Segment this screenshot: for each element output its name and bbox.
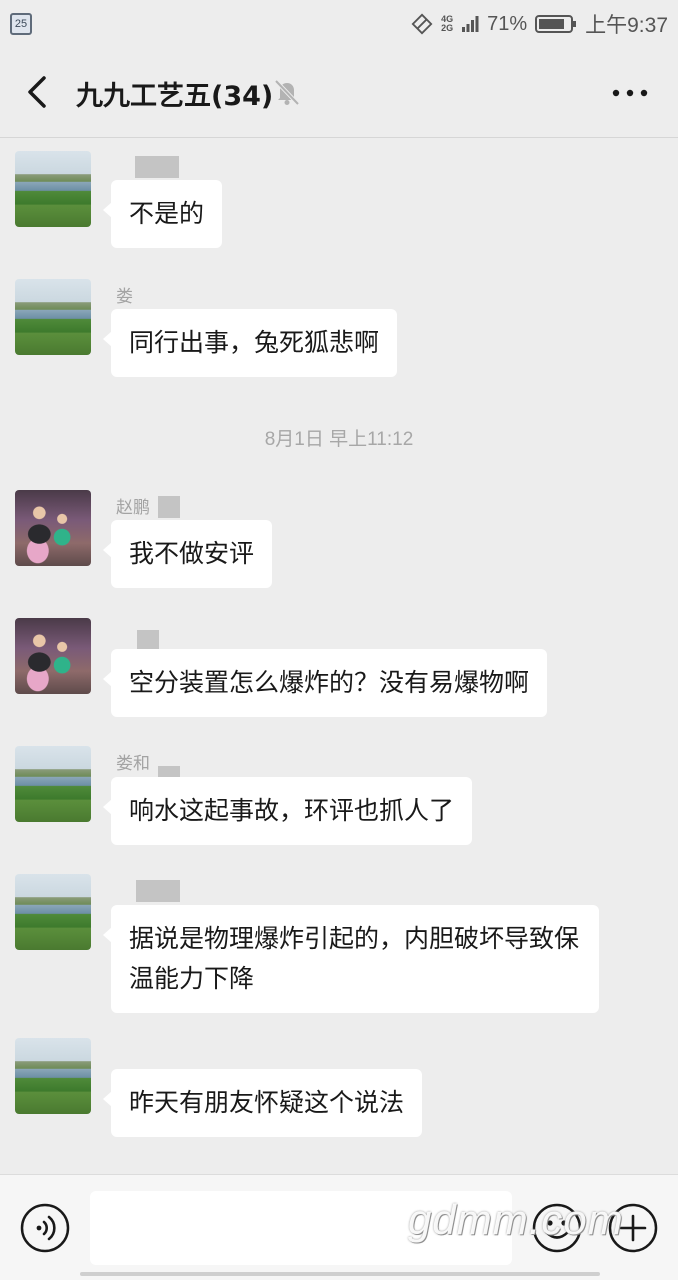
redaction-mosaic: [136, 880, 158, 902]
redaction-mosaic: [158, 880, 180, 902]
plus-icon[interactable]: [608, 1203, 658, 1253]
more-dots-icon[interactable]: [606, 76, 654, 110]
input-bar: [0, 1174, 678, 1280]
time-divider: 8月1日 早上11:12: [264, 429, 414, 450]
network-2g-label: 2G: [441, 23, 454, 33]
emoji-icon[interactable]: [532, 1203, 582, 1253]
message-bubble[interactable]: 响水这起事故，环评也抓人了: [102, 777, 473, 845]
voice-icon[interactable]: [20, 1203, 70, 1253]
avatar[interactable]: [15, 1038, 91, 1114]
rotate-lock-icon: [411, 13, 433, 35]
redaction-mosaic: [158, 496, 180, 518]
avatar[interactable]: [15, 490, 91, 566]
network-type: 4G 2G: [441, 15, 453, 33]
avatar[interactable]: [15, 746, 91, 822]
message-bubble[interactable]: 同行出事，兔死狐悲啊: [102, 309, 398, 377]
redaction-mosaic: [157, 156, 179, 178]
chat-header: 九九工艺五(34): [0, 48, 678, 138]
sender-name: 赵鹏: [116, 498, 150, 518]
message-bubble[interactable]: 不是的: [102, 180, 223, 248]
sender-name: 娄和: [116, 754, 150, 774]
redaction-mosaic: [135, 156, 157, 178]
message-bubble[interactable]: 我不做安评: [102, 520, 273, 588]
avatar[interactable]: [15, 618, 91, 694]
battery-percent: 71%: [487, 12, 528, 35]
status-indicators: 4G 2G 71% 上午9:37: [411, 8, 668, 40]
calendar-icon: 25: [10, 13, 32, 35]
bell-off-icon: [274, 79, 300, 106]
message-bubble[interactable]: 空分装置怎么爆炸的？没有易爆物啊: [102, 649, 548, 717]
clock: 上午9:37: [585, 14, 668, 37]
avatar[interactable]: [15, 874, 91, 950]
chevron-left-icon[interactable]: [20, 72, 56, 112]
status-bar: 25 4G 2G 71% 上午9:37: [0, 0, 678, 48]
message-bubble[interactable]: 据说是物理爆炸引起的，内胆破坏导致保温能力下降: [103, 905, 599, 1013]
gesture-bar: [80, 1272, 600, 1276]
battery-icon: [535, 15, 577, 33]
message-input[interactable]: [90, 1191, 512, 1265]
avatar[interactable]: [15, 279, 91, 355]
signal-icon: [462, 16, 479, 32]
message-bubble[interactable]: 昨天有朋友怀疑这个说法: [102, 1069, 423, 1137]
chat-title: 九九工艺五(34): [76, 81, 274, 112]
sender-name: 娄: [116, 287, 133, 307]
avatar[interactable]: [15, 151, 91, 227]
